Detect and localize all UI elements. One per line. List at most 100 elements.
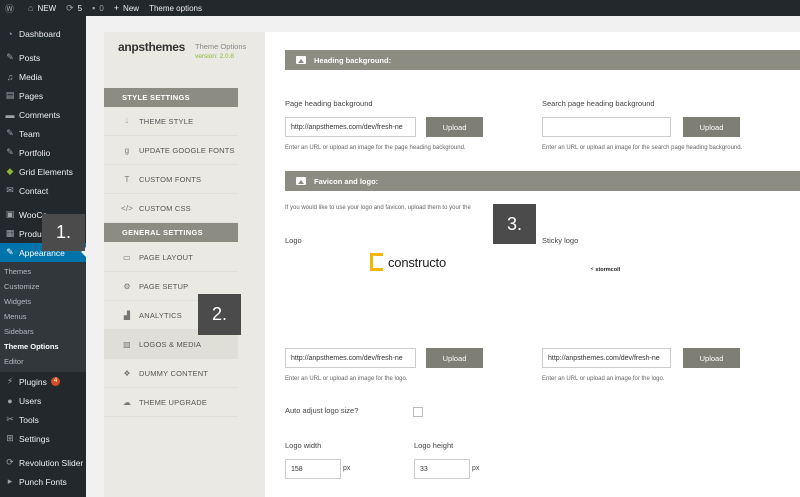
updates-link[interactable]: ⟳ 5 — [61, 0, 87, 16]
callout-3: 3. — [493, 204, 536, 244]
menu-item-grid-elements[interactable]: ◆ Grid Elements — [0, 162, 86, 181]
submenu-item-theme-options[interactable]: Theme Options — [0, 339, 86, 354]
group-title: Heading background: — [314, 55, 392, 65]
style-settings-heading: STYLE SETTINGS — [104, 88, 238, 107]
refresh-icon: ⟳ — [66, 2, 74, 13]
theme-options-panel: anpsthemes Theme Options version: 2.0.8 … — [104, 32, 265, 497]
menu-item-users[interactable]: ● Users — [0, 391, 86, 410]
menu-label: Pages — [19, 90, 44, 101]
page-heading-bg-upload-button[interactable]: Upload — [426, 117, 483, 137]
cloud-upload-icon: ☁ — [122, 397, 132, 407]
media-icon: ♫ — [6, 71, 14, 82]
stormcoll-logo-text: stormcoll — [595, 267, 621, 273]
home-icon: ⌂ — [28, 3, 34, 13]
constructo-logo-text: constructo — [388, 254, 446, 270]
wp-logo-button[interactable]: Ⓦ — [0, 0, 23, 16]
image-icon — [296, 56, 306, 64]
logo-width-unit: px — [343, 465, 351, 472]
menu-label: Punch Fonts — [19, 476, 67, 487]
gear-icon: ⚙ — [123, 281, 131, 291]
menu-item-dashboard[interactable]: ◔ Dashboard — [0, 24, 86, 43]
search-heading-bg-upload-button[interactable]: Upload — [683, 117, 740, 137]
settings-icon: ⊞ — [6, 433, 14, 443]
options-content: Heading background: Page heading backgro… — [265, 32, 800, 497]
page-icon: ▤ — [5, 90, 15, 100]
search-heading-bg-help: Enter an URL or upload an image for the … — [542, 145, 743, 151]
comments-link[interactable]: ▪ 0 — [87, 0, 109, 16]
favicon-logo-header: Favicon and logo: — [285, 171, 800, 191]
nav-update-google-fonts[interactable]: g UPDATE GOOGLE FONTS — [104, 136, 238, 165]
google-icon: g — [124, 145, 130, 155]
product-icon: ▦ — [5, 228, 15, 238]
admin-menu: ◔ Dashboard ✎ Posts ♫ Media ▤ Pages ▬ Comment… — [0, 16, 86, 497]
menu-item-settings[interactable]: ⊞ Settings — [0, 429, 86, 448]
nav-custom-fonts[interactable]: T CUSTOM FONTS — [104, 165, 238, 194]
general-settings-heading: GENERAL SETTINGS — [104, 223, 238, 242]
site-name-link[interactable]: ⌂ NEW — [23, 0, 61, 16]
auto-adjust-label: Auto adjust logo size? — [285, 406, 359, 415]
wrench-icon: ✂ — [6, 414, 14, 424]
theme-options-label: Theme options — [149, 3, 202, 13]
nav-label: ANALYTICS — [139, 310, 182, 320]
menu-label: Portfolio — [19, 147, 51, 158]
menu-label: Dashboard — [19, 28, 61, 39]
menu-item-pages[interactable]: ▤ Pages — [0, 86, 86, 105]
favicon-logo-intro: If you would like to use your logo and f… — [285, 205, 471, 211]
menu-item-plugins[interactable]: ⚡ Plugins 4 — [0, 372, 86, 391]
new-label: New — [123, 3, 140, 13]
menu-item-contact[interactable]: ✉ Contact — [0, 181, 86, 200]
nav-dummy-content[interactable]: ❖ DUMMY CONTENT — [104, 359, 238, 388]
submenu-item-themes[interactable]: Themes — [0, 264, 86, 279]
submenu-item-widgets[interactable]: Widgets — [0, 294, 86, 309]
sticky-logo-url-input[interactable]: http://anpsthemes.com/dev/fresh-ne — [542, 348, 671, 368]
sticky-logo-upload-button[interactable]: Upload — [683, 348, 740, 368]
site-name: NEW — [37, 3, 57, 13]
logo-url-input[interactable]: http://anpsthemes.com/dev/fresh-ne — [285, 348, 416, 368]
page-heading-bg-input[interactable]: http://anpsthemes.com/dev/fresh-ne — [285, 117, 416, 137]
menu-item-punch-fonts[interactable]: ▸ Punch Fonts — [0, 472, 86, 491]
plus-icon: + — [113, 3, 120, 13]
theme-options-link[interactable]: Theme options — [144, 0, 207, 16]
new-content-link[interactable]: + New — [109, 0, 144, 16]
font-icon: ▸ — [7, 476, 13, 486]
callout-1: 1. — [42, 214, 85, 251]
menu-item-team[interactable]: ✎ Team — [0, 124, 86, 143]
logo-width-input[interactable]: 158 — [285, 459, 341, 479]
search-heading-bg-input[interactable] — [542, 117, 671, 137]
nav-theme-upgrade[interactable]: ☁ THEME UPGRADE — [104, 388, 238, 417]
nav-custom-css[interactable]: </> CUSTOM CSS — [104, 194, 238, 223]
menu-item-media[interactable]: ♫ Media — [0, 67, 86, 86]
image-icon: ▨ — [123, 339, 131, 349]
logo-width-label: Logo width — [285, 441, 322, 450]
mail-icon: ✉ — [6, 185, 14, 195]
submenu-item-sidebars[interactable]: Sidebars — [0, 324, 86, 339]
logo-upload-button[interactable]: Upload — [426, 348, 483, 368]
nav-label: LOGOS & MEDIA — [139, 339, 202, 349]
image-icon — [296, 177, 306, 185]
nav-theme-style[interactable]: 💧︎ THEME STYLE — [104, 107, 238, 136]
logo-label: Logo — [285, 236, 302, 245]
nav-page-layout[interactable]: ▭ PAGE LAYOUT — [104, 243, 238, 272]
menu-item-revolution-slider[interactable]: ⟳ Revolution Slider — [0, 453, 86, 472]
menu-label: Posts — [19, 52, 41, 63]
auto-adjust-checkbox[interactable] — [413, 407, 423, 417]
nav-label: CUSTOM FONTS — [139, 174, 202, 184]
plugins-badge: 4 — [50, 377, 61, 386]
sticky-logo-preview: ⚡︎ stormcoll — [590, 267, 620, 273]
submenu-item-menus[interactable]: Menus — [0, 309, 86, 324]
submenu-item-editor[interactable]: Editor — [0, 354, 86, 369]
menu-item-comments[interactable]: ▬ Comments — [0, 105, 86, 124]
menu-item-posts[interactable]: ✎ Posts — [0, 48, 86, 67]
menu-item-portfolio[interactable]: ✎ Portfolio — [0, 143, 86, 162]
menu-item-tools[interactable]: ✂ Tools — [0, 410, 86, 429]
callout-2: 2. — [198, 294, 241, 335]
logo-height-label: Logo height — [414, 441, 454, 450]
droplet-icon: 💧︎ — [125, 116, 129, 125]
nav-label: DUMMY CONTENT — [139, 368, 209, 378]
page-heading-bg-label: Page heading background — [285, 99, 373, 108]
comment-icon: ▬ — [5, 109, 15, 120]
nav-label: CUSTOM CSS — [139, 203, 191, 213]
brand-subtitle: Theme Options — [195, 42, 247, 51]
submenu-item-customize[interactable]: Customize — [0, 279, 86, 294]
logo-height-input[interactable]: 33 — [414, 459, 470, 479]
